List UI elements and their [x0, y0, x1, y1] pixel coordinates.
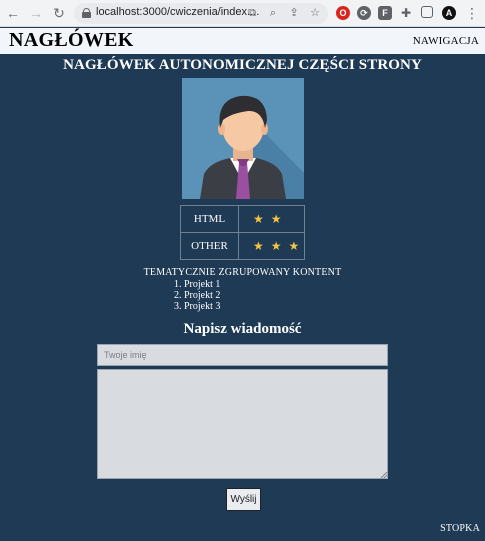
menu-kebab-icon[interactable]: ⋮	[464, 5, 480, 21]
send-button[interactable]: Wyślij	[226, 488, 261, 511]
list-item: 3. Projekt 3	[174, 301, 221, 312]
back-arrow-icon[interactable]: ←	[5, 5, 21, 21]
skill-stars: ★ ★	[238, 205, 305, 233]
projects-list: 1. Projekt 1 2. Projekt 2 3. Projekt 3	[174, 279, 220, 312]
skill-stars: ★ ★ ★	[238, 232, 305, 260]
table-row: OTHER ★ ★ ★	[180, 232, 305, 260]
bookmark-star-icon[interactable]: ☆	[308, 6, 322, 20]
zoom-icon[interactable]: ⌕	[266, 6, 280, 20]
reload-icon[interactable]: ↻	[51, 5, 67, 21]
skill-name: HTML	[180, 205, 239, 233]
site-header: NAGŁÓWEK NAWIGACJA	[0, 28, 485, 54]
resize-grip-icon[interactable]	[381, 472, 387, 478]
skills-table: HTML ★ ★ OTHER ★ ★ ★	[180, 205, 305, 260]
list-item: 2. Projekt 2	[174, 290, 221, 301]
section-heading: NAGŁÓWEK AUTONOMICZNEJ CZĘŚCI STRONY	[63, 57, 422, 73]
profile-avatar-icon[interactable]: A	[442, 6, 456, 20]
forward-arrow-icon[interactable]: →	[28, 5, 44, 21]
address-bar[interactable]: localhost:3000/cwiczenia/index.... ⧉ ⌕ ⇪…	[74, 3, 328, 24]
url-text[interactable]: localhost:3000/cwiczenia/index....	[96, 6, 259, 18]
table-row: HTML ★ ★	[180, 205, 305, 233]
message-textarea[interactable]	[97, 369, 388, 479]
sync-extension-icon[interactable]: ⟳	[357, 6, 371, 20]
avatar	[182, 78, 304, 199]
extensions-puzzle-icon[interactable]: ✚	[399, 6, 413, 20]
nav-link[interactable]: NAWIGACJA	[413, 35, 479, 47]
opera-extension-icon[interactable]: O	[336, 6, 350, 20]
site-footer: STOPKA	[440, 523, 480, 534]
name-input[interactable]	[97, 344, 388, 366]
browser-toolbar: ← → ↻ localhost:3000/cwiczenia/index....…	[0, 0, 485, 27]
side-panel-icon[interactable]	[421, 6, 433, 18]
skill-name: OTHER	[180, 232, 239, 260]
list-item: 1. Projekt 1	[174, 279, 221, 290]
person-avatar-icon	[200, 95, 304, 199]
form-title: Napisz wiadomość	[183, 321, 302, 337]
content-group-title: TEMATYCZNIE ZGRUPOWANY KONTENT	[143, 267, 342, 278]
open-in-app-icon[interactable]: ⧉	[245, 6, 259, 20]
share-icon[interactable]: ⇪	[287, 6, 301, 20]
note-extension-icon[interactable]: F	[378, 6, 392, 20]
site-logo: NAGŁÓWEK	[9, 29, 134, 51]
info-icon[interactable]	[82, 8, 91, 18]
